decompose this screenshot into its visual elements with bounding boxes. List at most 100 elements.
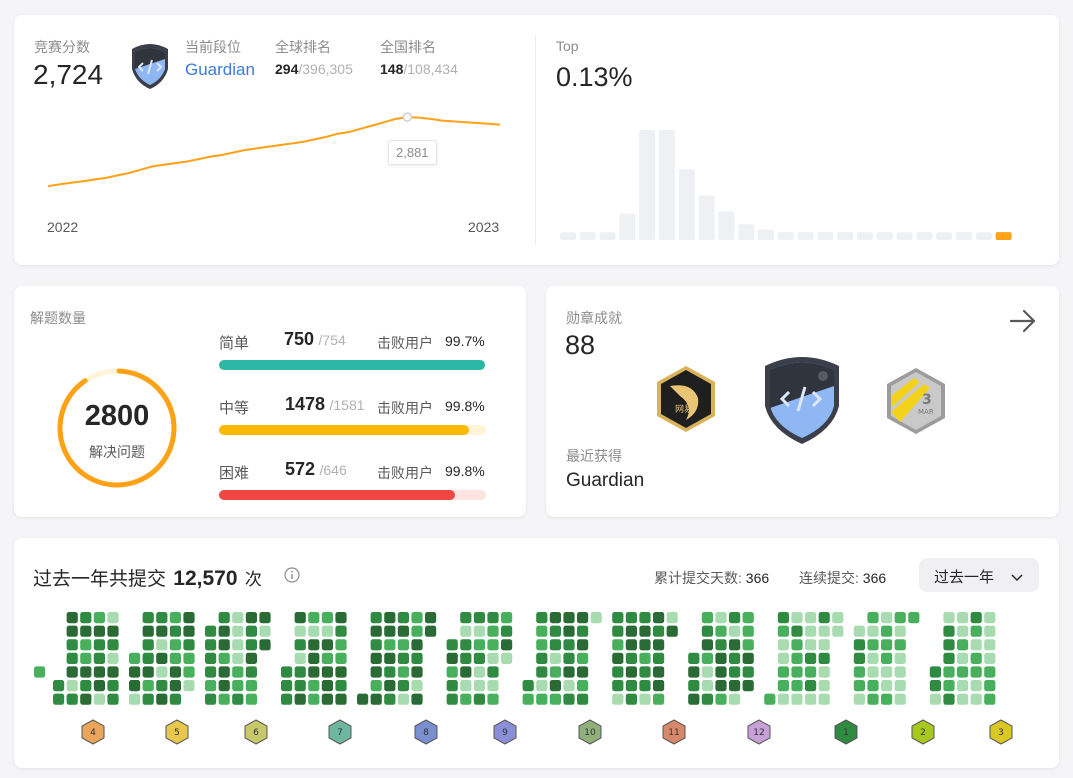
global-rank-label: 全球排名 — [275, 39, 331, 55]
distribution-bar — [837, 232, 854, 240]
heatmap-cell — [881, 625, 893, 637]
medium-progress-fill — [219, 425, 469, 435]
heatmap-cell — [487, 625, 499, 637]
month-badge-icon[interactable]: 10 — [578, 719, 602, 745]
distribution-bar — [619, 213, 636, 240]
month-badge-icon[interactable]: 4 — [81, 719, 105, 745]
heatmap-cell — [688, 680, 700, 692]
heatmap-cell — [321, 625, 333, 637]
distribution-bar — [777, 232, 794, 240]
heatmap-cell — [205, 693, 217, 705]
solved-card: 解题数量 2800 解决问题 简单 750 /754 击败用户 99.7% 中等… — [14, 286, 526, 517]
heatmap-cell — [93, 612, 105, 624]
heatmap-cell — [370, 639, 382, 651]
heatmap-cell — [970, 639, 982, 651]
heatmap-cell — [881, 612, 893, 624]
heatmap-cell — [218, 693, 230, 705]
heatmap-cell — [867, 680, 879, 692]
heatmap-cell — [308, 625, 320, 637]
month-badge-icon[interactable]: 2 — [911, 719, 935, 745]
heatmap-cell — [894, 612, 906, 624]
heatmap-cell — [549, 680, 561, 692]
global-rank-value: 294 — [275, 61, 299, 77]
month-badge-icon[interactable]: 1 — [834, 719, 858, 745]
heatmap-cell — [473, 612, 485, 624]
heatmap-cell — [563, 625, 575, 637]
heatmap-cell — [245, 693, 257, 705]
month-badge-label: 10 — [584, 728, 596, 738]
heatmap-cell — [742, 612, 754, 624]
heatmap-cell — [308, 652, 320, 664]
heatmap-cell — [142, 625, 154, 637]
heatmap-cell — [487, 666, 499, 678]
heatmap-cell — [639, 652, 651, 664]
guardian-large-badge-icon[interactable] — [759, 354, 845, 446]
heatmap-cell — [370, 680, 382, 692]
distribution-bar — [758, 229, 774, 240]
range-select[interactable]: 过去一年 — [919, 558, 1039, 592]
submission-heatmap[interactable] — [14, 608, 1059, 716]
month-badge-icon[interactable]: 11 — [662, 719, 686, 745]
heatmap-cell — [142, 639, 154, 651]
march-badge-icon[interactable]: 3 MAR — [884, 366, 948, 436]
heatmap-cell — [777, 639, 789, 651]
heatmap-cell — [487, 693, 499, 705]
heatmap-cell — [853, 639, 865, 651]
heatmap-cell — [984, 612, 996, 624]
level-value[interactable]: Guardian — [185, 60, 255, 80]
heatmap-cell — [742, 652, 754, 664]
total-days: 累计提交天数: 366 — [654, 568, 769, 588]
guardian-badge-icon[interactable] — [126, 41, 174, 91]
netease-badge-icon[interactable]: 网易 — [654, 364, 718, 434]
heatmap-cell — [536, 693, 548, 705]
heatmap-cell — [259, 639, 271, 651]
heatmap-cell — [577, 693, 589, 705]
heatmap-cell — [729, 693, 741, 705]
month-badge-icon[interactable]: 9 — [493, 719, 517, 745]
heatmap-cell — [764, 693, 776, 705]
national-rank-value: 148 — [380, 61, 404, 77]
heatmap-cell — [107, 612, 119, 624]
heatmap-cell — [957, 639, 969, 651]
month-badge-icon[interactable]: 12 — [747, 719, 771, 745]
month-badge-icon[interactable]: 7 — [328, 719, 352, 745]
heatmap-cell — [549, 693, 561, 705]
info-icon[interactable] — [284, 567, 300, 588]
heatmap-cell — [66, 639, 78, 651]
heatmap-cell — [80, 666, 92, 678]
streak-label: 连续提交: — [799, 570, 859, 586]
arrow-right-icon[interactable] — [1008, 308, 1038, 339]
heatmap-cell — [245, 612, 257, 624]
heatmap-cell — [473, 639, 485, 651]
month-badge-icon[interactable]: 8 — [414, 719, 438, 745]
heatmap-cell — [169, 639, 181, 651]
heatmap-cell — [984, 639, 996, 651]
heatmap-cell — [335, 693, 347, 705]
heatmap-cell — [881, 693, 893, 705]
heatmap-cell — [590, 612, 602, 624]
heatmap-cell — [308, 680, 320, 692]
heatmap-cell — [205, 639, 217, 651]
heatmap-cell — [701, 652, 713, 664]
heatmap-cell — [446, 680, 458, 692]
heatmap-cell — [107, 639, 119, 651]
heatmap-cell — [384, 625, 396, 637]
heatmap-cell — [259, 625, 271, 637]
month-badge-label: 1 — [843, 728, 849, 738]
heatmap-cell — [80, 612, 92, 624]
heatmap-cell — [335, 625, 347, 637]
month-badge-icon[interactable]: 5 — [165, 719, 189, 745]
heatmap-cell — [321, 612, 333, 624]
heatmap-cell — [460, 666, 472, 678]
heatmap-cell — [791, 625, 803, 637]
month-badge-icon[interactable]: 3 — [989, 719, 1013, 745]
heatmap-cell — [501, 612, 513, 624]
heatmap-cell — [460, 680, 472, 692]
heatmap-cell — [53, 693, 65, 705]
heatmap-cell — [929, 666, 941, 678]
heatmap-cell — [66, 612, 78, 624]
heatmap-cell — [577, 612, 589, 624]
heatmap-cell — [625, 680, 637, 692]
month-badge-icon[interactable]: 6 — [244, 719, 268, 745]
heatmap-cell — [832, 612, 844, 624]
